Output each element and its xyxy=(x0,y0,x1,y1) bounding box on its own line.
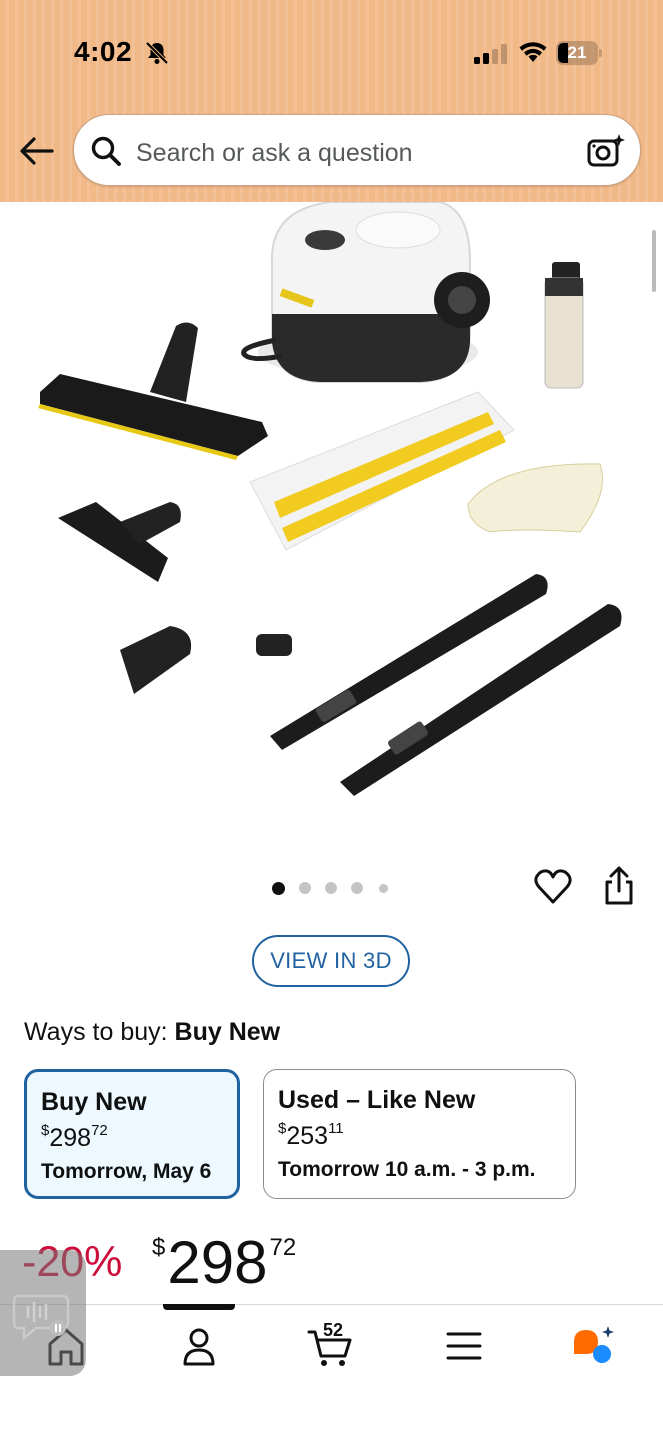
extension-tubes xyxy=(270,574,622,796)
current-price: $29872 xyxy=(152,1229,297,1296)
floor-nozzle xyxy=(38,322,268,460)
pagination-dot[interactable] xyxy=(299,882,311,894)
status-bar: 4:02 21 xyxy=(0,0,663,105)
pagination-dot[interactable] xyxy=(351,882,363,894)
header: 4:02 21 Search or ask a question xyxy=(0,0,663,202)
point-jet-nozzle xyxy=(120,626,292,694)
ways-to-buy-heading: Ways to buy: Buy New xyxy=(24,1018,280,1047)
buy-option-new[interactable]: Buy New $29872 Tomorrow, May 6 xyxy=(24,1069,240,1199)
microfiber-cloth xyxy=(249,391,515,551)
account-icon[interactable] xyxy=(175,1322,223,1370)
product-image xyxy=(38,202,622,796)
pagination-dot[interactable] xyxy=(379,884,388,893)
view-in-3d-button[interactable]: VIEW IN 3D xyxy=(252,935,410,987)
wifi-icon xyxy=(519,42,547,62)
buy-option-used-like-new[interactable]: Used – Like New $25311 Tomorrow 10 a.m. … xyxy=(263,1069,576,1199)
buy-option-delivery: Tomorrow, May 6 xyxy=(41,1160,212,1183)
search-input[interactable]: Search or ask a question xyxy=(136,139,413,168)
bell-slash-icon xyxy=(145,41,169,65)
ways-to-buy-selected: Buy New xyxy=(174,1018,281,1046)
hand-nozzle-cover xyxy=(467,463,603,533)
heart-icon[interactable] xyxy=(534,868,572,906)
cellular-signal-icon xyxy=(474,44,507,64)
buy-option-delivery: Tomorrow 10 a.m. - 3 p.m. xyxy=(278,1158,536,1181)
menu-icon[interactable] xyxy=(440,1322,488,1370)
rufus-assistant-icon[interactable] xyxy=(570,1322,618,1370)
voice-wave-icon xyxy=(12,1294,70,1341)
search-bar[interactable]: Search or ask a question xyxy=(73,114,641,186)
camera-lens-icon[interactable] xyxy=(586,133,626,169)
buy-option-price: $25311 xyxy=(278,1120,344,1150)
battery-level: 21 xyxy=(567,43,587,62)
active-tab-indicator xyxy=(163,1304,235,1310)
steam-cleaner-unit xyxy=(241,202,490,383)
pagination-dot-active[interactable] xyxy=(272,882,285,895)
back-arrow-icon[interactable] xyxy=(18,134,56,168)
battery-icon: 21 xyxy=(556,41,602,65)
cart-count-badge: 52 xyxy=(323,1320,344,1340)
filter-cartridge xyxy=(544,262,584,389)
search-icon xyxy=(91,136,121,166)
gallery-scrollbar[interactable] xyxy=(652,230,656,292)
voice-control-overlay[interactable] xyxy=(0,1250,86,1376)
pagination-dot[interactable] xyxy=(325,882,337,894)
status-time: 4:02 xyxy=(74,36,133,67)
ways-to-buy-prefix: Ways to buy: xyxy=(24,1018,168,1046)
price-row: -20% $29872 xyxy=(0,1228,663,1298)
product-image-gallery[interactable] xyxy=(0,202,663,842)
share-icon[interactable] xyxy=(602,866,636,906)
buy-option-title: Buy New xyxy=(41,1088,147,1116)
hand-brush-nozzle xyxy=(58,502,181,582)
buy-option-title: Used – Like New xyxy=(278,1086,476,1114)
buy-option-price: $29872 xyxy=(41,1122,108,1152)
